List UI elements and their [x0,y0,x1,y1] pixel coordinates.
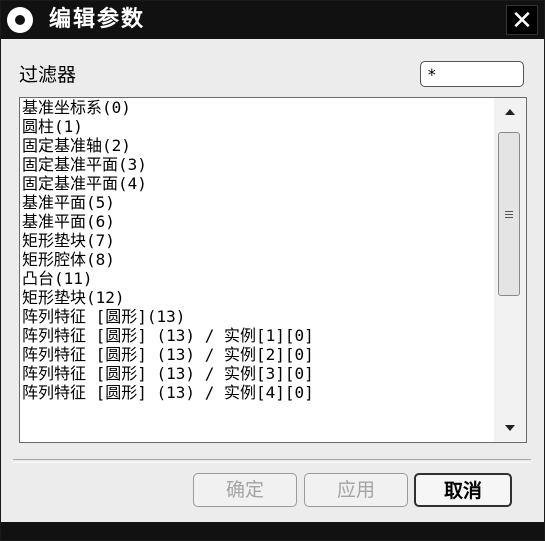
cancel-button[interactable]: 取消 [414,473,512,507]
ok-button[interactable]: 确定 [193,473,297,507]
grip-icon [505,210,513,218]
bottom-bar [1,522,544,540]
scroll-thumb[interactable] [498,132,520,296]
list-item[interactable]: 固定基准平面(4) [22,174,492,193]
feature-list[interactable]: 基准坐标系(0) 圆柱(1) 固定基准轴(2) 固定基准平面(3) 固定基准平面(4) 基… [19,97,527,443]
arrow-down-icon [505,425,515,431]
list-item[interactable]: 阵列特征 [圆形](13) [22,307,492,326]
arrow-up-icon [505,109,515,115]
scroll-up-button[interactable] [494,100,526,124]
gear-icon [7,7,33,33]
list-item[interactable]: 基准平面(6) [22,212,492,231]
list-item[interactable]: 阵列特征 [圆形] (13) / 实例[4][0] [22,383,492,402]
list-item[interactable]: 基准平面(5) [22,193,492,212]
vertical-scrollbar[interactable] [494,98,526,442]
list-item[interactable]: 矩形垫块(7) [22,231,492,250]
filter-label: 过滤器 [19,64,77,86]
title-bar[interactable]: 编辑参数 ✕ [1,1,544,39]
list-item[interactable]: 凸台(11) [22,269,492,288]
list-item[interactable]: 圆柱(1) [22,117,492,136]
close-button[interactable]: ✕ [506,5,538,36]
list-item[interactable]: 阵列特征 [圆形] (13) / 实例[2][0] [22,345,492,364]
dialog-title: 编辑参数 [49,7,146,32]
scroll-down-button[interactable] [494,416,526,440]
list-item[interactable]: 固定基准平面(3) [22,155,492,174]
list-item[interactable]: 矩形垫块(12) [22,288,492,307]
list-item[interactable]: 阵列特征 [圆形] (13) / 实例[3][0] [22,364,492,383]
list-item[interactable]: 固定基准轴(2) [22,136,492,155]
divider [13,459,531,463]
apply-button[interactable]: 应用 [304,473,408,507]
edit-parameters-dialog: 编辑参数 ✕ 过滤器 基准坐标系(0)圆柱(1)固定基准轴(2)固定基准平面(3… [0,0,545,541]
list-item[interactable]: 阵列特征 [圆形] (13) / 实例[1][0] [22,326,492,345]
list-item[interactable]: 基准坐标系(0) [22,98,492,117]
feature-list-items: 基准坐标系(0) 圆柱(1) 固定基准轴(2) 固定基准平面(3) 固定基准平面(4) 基… [22,98,492,442]
list-item[interactable]: 矩形腔体(8) [22,250,492,269]
filter-input[interactable] [420,61,524,87]
